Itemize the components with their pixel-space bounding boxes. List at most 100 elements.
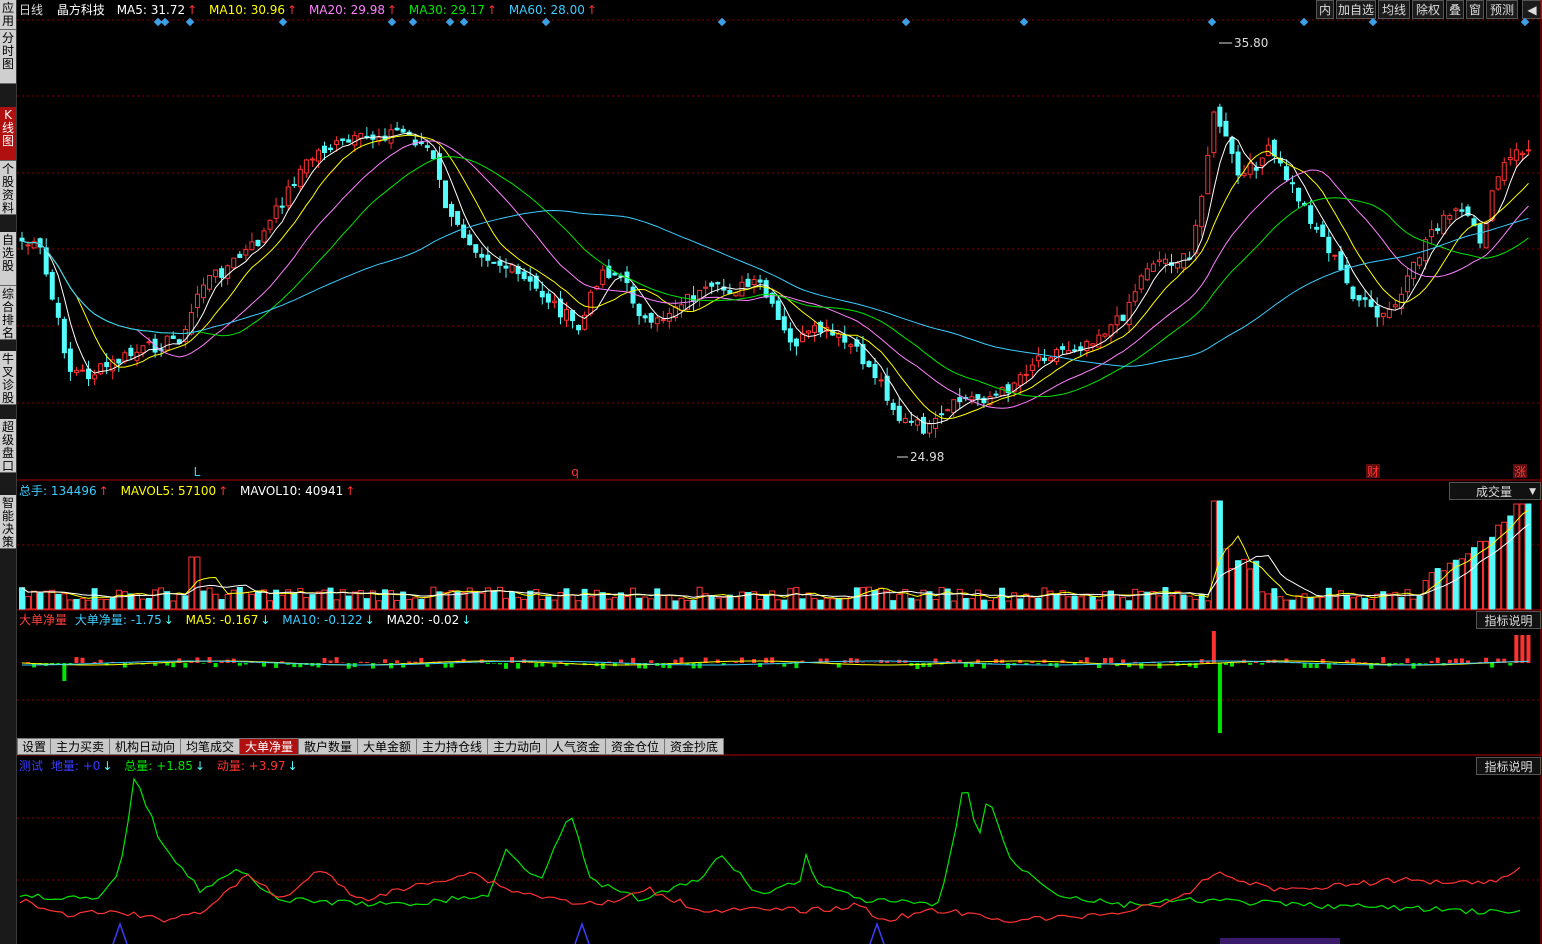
bigorder-bar [739, 657, 744, 663]
volume-select-label: 成交量 [1476, 485, 1513, 499]
bigorder-bar [1157, 663, 1162, 669]
candle-body [1441, 214, 1447, 235]
tab-4[interactable]: 大单净量 [239, 738, 299, 755]
bottom-help-button[interactable]: 指标说明 [1476, 757, 1541, 775]
volume-bar [146, 597, 153, 610]
candle-body [1386, 308, 1392, 318]
diamond-marker-11 [1019, 17, 1029, 27]
volume-bar [79, 597, 86, 610]
volume-bar [672, 600, 679, 610]
candle-body [866, 361, 872, 367]
volume-bar [1416, 595, 1423, 610]
volume-bar [581, 588, 588, 610]
volume-indicator-select[interactable]: 成交量 ▼ [1449, 482, 1541, 500]
candle-body [1362, 297, 1368, 300]
volume-bar [1277, 596, 1284, 610]
volume-bar [636, 597, 643, 610]
bigorder-bar [697, 663, 702, 669]
volume-bar [1083, 593, 1090, 610]
tab-0[interactable]: 设置 [17, 738, 51, 755]
candle-body [315, 149, 321, 162]
bigorder-bar [1181, 663, 1186, 664]
candle-body [920, 416, 926, 434]
volume-bar [980, 599, 987, 610]
tab-5[interactable]: 散户数量 [298, 738, 358, 755]
volume-bar [624, 596, 630, 610]
volume-bar [1362, 597, 1369, 610]
kline-chart-canvas[interactable]: 35.80 24.98 L q 财 涨 [0, 0, 1542, 944]
bigorder-bar [334, 657, 339, 663]
tab-10[interactable]: 资金仓位 [605, 738, 665, 755]
candle-body [1495, 176, 1501, 190]
candle-body [1489, 190, 1495, 221]
tab-3[interactable]: 均笔成交 [180, 738, 240, 755]
bigorder-bar [322, 657, 327, 663]
candle-body [243, 248, 249, 256]
volume-bar [509, 591, 516, 610]
candle-body [1229, 137, 1235, 154]
tab-11[interactable]: 资金抄底 [664, 738, 724, 755]
bigorder-bar [975, 659, 980, 663]
volume-bar [630, 587, 637, 610]
tab-6[interactable]: 大单金额 [357, 738, 417, 755]
volume-bar [1271, 588, 1278, 610]
candle-body [890, 402, 896, 410]
candle-body [1060, 346, 1066, 350]
volume-bar [103, 598, 110, 610]
volume-bar [1186, 595, 1193, 610]
tab-8[interactable]: 主力动向 [487, 738, 547, 755]
candle-body [745, 278, 751, 287]
candle-body [1519, 152, 1525, 156]
bigorder-bar [449, 663, 454, 668]
diliang-spike-1 [574, 921, 590, 944]
candle-body [340, 138, 346, 141]
bottom-indicator-name: 测试 [19, 759, 44, 773]
volume-bar [121, 591, 128, 610]
tab-1[interactable]: 主力买卖 [50, 738, 110, 755]
volume-bar [684, 599, 691, 610]
candle-body [322, 145, 327, 153]
bigorder-bar [189, 661, 194, 663]
volume-bar [291, 592, 298, 610]
bigorder-bar [794, 663, 799, 669]
bigorder-bar [552, 663, 557, 668]
bigorder-help-button[interactable]: 指标说明 [1476, 611, 1541, 629]
tab-2[interactable]: 机构日动向 [109, 738, 181, 755]
candle-body [642, 315, 648, 319]
volume-bar [1017, 598, 1024, 610]
volume-bar [1325, 587, 1332, 610]
volume-bar [605, 598, 612, 610]
volume-bar [430, 586, 437, 610]
volume-bar [551, 599, 558, 610]
candle-body [1114, 315, 1120, 326]
candle-body [951, 399, 957, 414]
volume-bar [152, 589, 159, 610]
bigorder-bar [1006, 663, 1011, 669]
ma60-line [21, 209, 1529, 367]
candle-body [787, 328, 793, 343]
candle-body [1314, 226, 1320, 230]
candle-body [400, 128, 406, 133]
volume-bar [1519, 503, 1526, 610]
candle-body [1138, 275, 1144, 290]
volume-bar [757, 598, 764, 610]
candle-body [975, 394, 981, 399]
candle-body [781, 316, 787, 331]
volume-bar [309, 594, 316, 610]
candle-body [576, 324, 582, 331]
volume-bar [993, 597, 1000, 610]
volume-bar [1204, 600, 1211, 610]
volume-bar [1077, 596, 1084, 610]
volume-bar [345, 595, 352, 610]
candle-body [1435, 228, 1441, 231]
diamond-marker-8 [541, 17, 551, 27]
volume-bar [188, 556, 195, 610]
volume-bar [164, 591, 171, 610]
volume-bar [303, 597, 310, 610]
tab-7[interactable]: 主力持仓线 [416, 738, 488, 755]
volume-bar [248, 593, 255, 610]
bigorder-bar [243, 663, 248, 665]
bigorder-bar [600, 663, 605, 669]
volume-bar [1422, 580, 1429, 610]
tab-9[interactable]: 人气资金 [546, 738, 606, 755]
